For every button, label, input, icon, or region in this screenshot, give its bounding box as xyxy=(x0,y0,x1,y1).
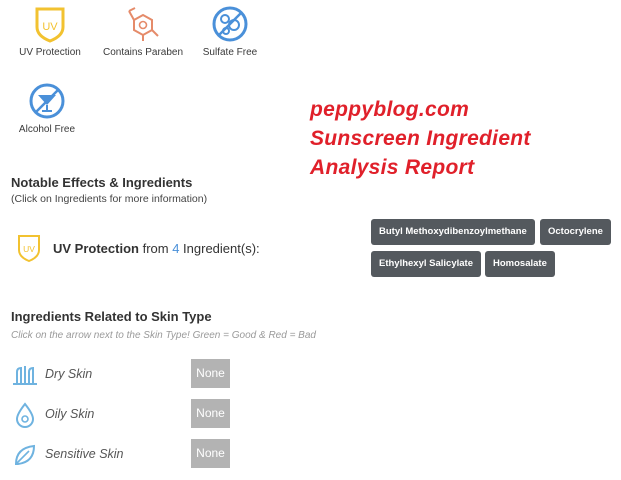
uv-shield-icon: UV xyxy=(18,235,40,263)
ingredient-chip[interactable]: Butyl Methoxydibenzoylmethane xyxy=(371,219,535,245)
badge-label: UV Protection xyxy=(19,47,81,58)
skin-row-label: Dry Skin xyxy=(45,367,93,381)
watermark-line-1: peppyblog.com xyxy=(310,98,470,121)
alcohol-free-icon xyxy=(29,83,65,119)
notable-effects-subtitle: (Click on Ingredients for more informati… xyxy=(11,193,208,205)
sulfate-free-icon xyxy=(212,6,248,42)
ingredient-chip[interactable]: Homosalate xyxy=(485,251,555,277)
watermark-line-3: Analysis Report xyxy=(310,156,475,179)
badge-uv-protection: UV UV Protection xyxy=(5,5,95,58)
skin-type-title: Ingredients Related to Skin Type xyxy=(11,309,212,324)
skin-row-value[interactable]: None xyxy=(191,359,230,388)
badge-label: Alcohol Free xyxy=(18,124,76,135)
skin-row-value[interactable]: None xyxy=(191,439,230,468)
badge-label: Sulfate Free xyxy=(202,47,258,58)
ingredient-chip[interactable]: Octocrylene xyxy=(540,219,611,245)
uv-shield-icon: UV xyxy=(35,7,65,43)
effect-name: UV Protection xyxy=(53,241,139,256)
badge-contains-paraben: Contains Paraben xyxy=(98,5,188,58)
uv-protection-summary: UV Protection from 4 Ingredient(s): xyxy=(53,241,260,256)
svg-text:UV: UV xyxy=(42,21,58,33)
sensitive-skin-icon xyxy=(14,444,36,465)
watermark-line-2: Sunscreen Ingredient xyxy=(310,127,531,150)
skin-type-hint: Click on the arrow next to the Skin Type… xyxy=(11,330,316,341)
skin-row-value[interactable]: None xyxy=(191,399,230,428)
from-text: from xyxy=(138,241,173,256)
ingredient-chip[interactable]: Ethylhexyl Salicylate xyxy=(371,251,481,277)
oily-skin-icon xyxy=(15,402,35,428)
skin-row-label: Oily Skin xyxy=(45,407,95,421)
skin-row-label: Sensitive Skin xyxy=(45,447,124,461)
notable-effects-title: Notable Effects & Ingredients xyxy=(11,175,193,190)
count-suffix: Ingredient(s): xyxy=(179,241,260,256)
dry-skin-icon xyxy=(13,366,37,385)
paraben-molecule-icon xyxy=(128,7,159,41)
badge-label: Contains Paraben xyxy=(102,47,184,58)
badge-alcohol-free: Alcohol Free xyxy=(2,82,92,135)
badge-sulfate-free: Sulfate Free xyxy=(185,5,275,58)
svg-text:UV: UV xyxy=(23,244,35,254)
